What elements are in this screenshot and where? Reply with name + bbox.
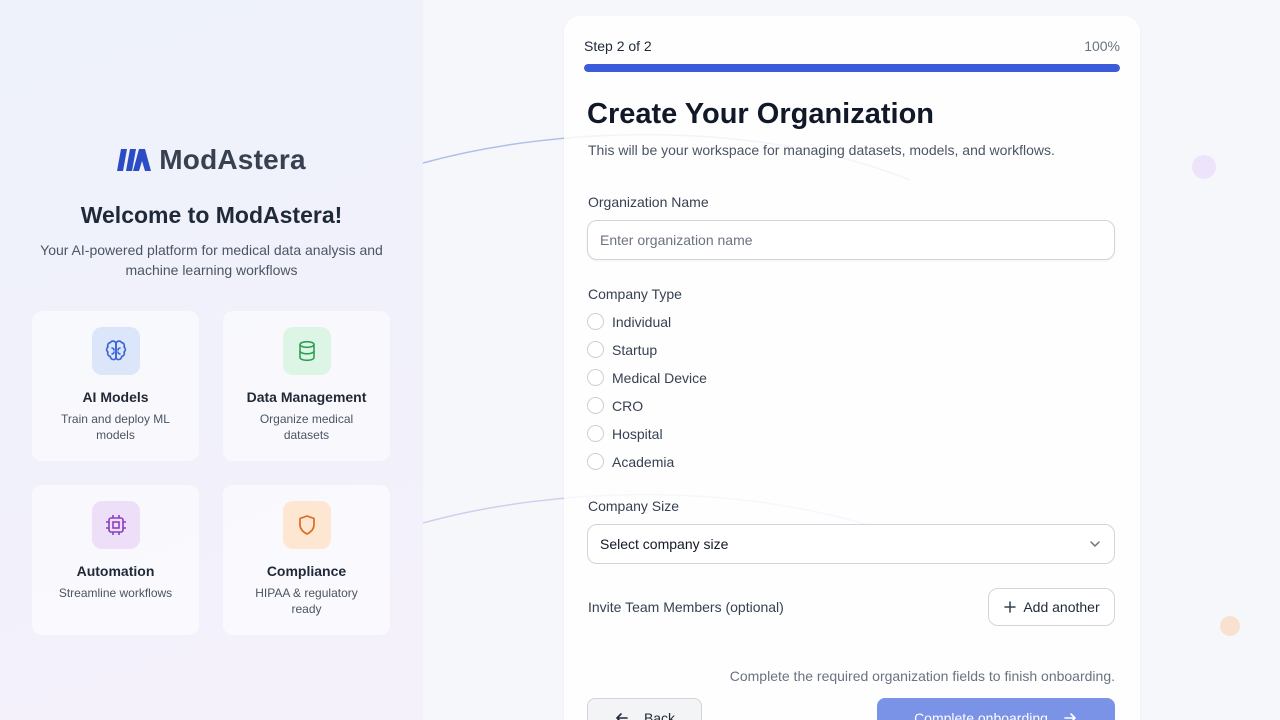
radio-button[interactable] [587,341,604,358]
radio-option-cro[interactable]: CRO [587,397,643,414]
add-another-label: Add another [1023,599,1100,615]
invite-members-label: Invite Team Members (optional) [588,599,784,615]
step-label: Step 2 of 2 [584,38,652,54]
add-another-button[interactable]: Add another [988,588,1115,626]
plus-icon [1004,601,1017,613]
company-size-value: Select company size [600,536,729,552]
back-button[interactable]: Back [587,698,702,720]
feature-card-compliance: Compliance HIPAA & regulatory ready [223,485,390,635]
radio-option-academia[interactable]: Academia [587,453,674,470]
radio-label: Startup [612,341,658,358]
org-name-label: Organization Name [588,194,709,210]
arrow-right-icon [1064,713,1076,720]
welcome-panel: ModAstera Welcome to ModAstera! Your AI-… [0,0,423,720]
radio-label: Individual [612,313,672,330]
company-size-select[interactable]: Select company size [587,524,1115,564]
welcome-tagline: Your AI-powered platform for medical dat… [40,242,383,278]
feature-desc: Train and deploy ML models [61,412,170,442]
radio-button[interactable] [587,369,604,386]
page-subtitle: This will be your workspace for managing… [588,142,1055,158]
complete-label: Complete onboarding [914,710,1048,720]
radio-option-hospital[interactable]: Hospital [587,425,663,442]
company-size-label: Company Size [588,498,680,514]
decorative-dot [1220,616,1240,636]
decorative-dot [1192,155,1216,179]
brand-logo: ModAstera [0,144,423,176]
company-type-label: Company Type [588,286,682,302]
logo-mark-icon [117,149,152,171]
radio-label: Medical Device [612,369,707,386]
feature-desc: Organize medical datasets [259,412,354,442]
welcome-heading: Welcome to ModAstera! [80,202,343,228]
radio-button[interactable] [587,313,604,330]
radio-label: CRO [612,397,644,414]
organization-form: Step 2 of 2 100% Create Your Organizatio… [564,16,1140,720]
feature-card-data-management: Data Management Organize medical dataset… [223,311,390,461]
shield-icon [282,501,331,549]
page-title: Create Your Organization [587,98,934,130]
org-name-input[interactable] [587,220,1115,260]
feature-desc: Streamline workflows [58,586,173,600]
feature-title: Automation [76,563,155,579]
brain-icon [91,327,140,375]
chip-icon [91,501,140,549]
step-indicator: Step 2 of 2 100% [584,38,1120,54]
onboarding-page: ModAstera Welcome to ModAstera! Your AI-… [0,0,1280,720]
complete-onboarding-button[interactable]: Complete onboarding [877,698,1115,720]
progress-percent: 100% [1084,38,1120,54]
form-hint: Complete the required organization field… [729,668,1115,684]
radio-label: Hospital [612,425,663,442]
feature-card-automation: Automation Streamline workflows [32,485,199,635]
radio-button[interactable] [587,425,604,442]
chevron-down-icon [1090,541,1100,547]
brand-name: ModAstera [159,144,306,175]
progress-fill [584,64,1120,72]
progress-bar [584,64,1120,72]
radio-label: Academia [612,453,675,470]
feature-card-ai-models: AI Models Train and deploy ML models [32,311,199,461]
feature-title: AI Models [82,389,149,405]
back-label: Back [643,710,676,720]
feature-title: Data Management [246,389,367,405]
feature-desc: HIPAA & regulatory ready [255,586,358,616]
feature-title: Compliance [266,563,347,579]
arrow-left-icon [616,713,628,720]
radio-option-medical-device[interactable]: Medical Device [587,369,707,386]
radio-button[interactable] [587,397,604,414]
database-icon [282,327,331,375]
radio-button[interactable] [587,453,604,470]
radio-option-individual[interactable]: Individual [587,313,671,330]
radio-option-startup[interactable]: Startup [587,341,657,358]
